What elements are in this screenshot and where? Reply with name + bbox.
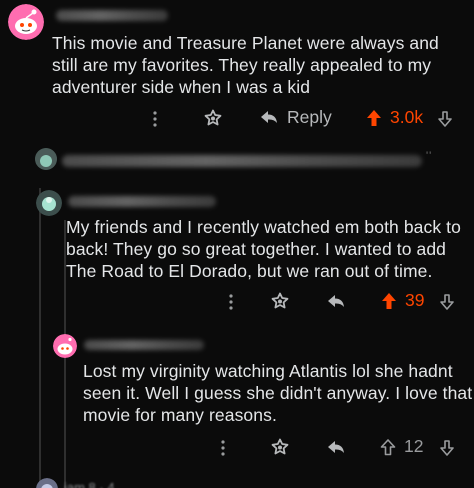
upvote-arrow-icon: [366, 109, 382, 127]
more-options-icon[interactable]: [218, 438, 228, 458]
vote-score: 3.0k: [390, 107, 424, 127]
snoo-avatar-icon[interactable]: [53, 334, 77, 358]
comment-body: This movie and Treasure Planet were alwa…: [52, 33, 439, 97]
award-icon[interactable]: [270, 292, 290, 312]
downvote-arrow-icon[interactable]: [438, 111, 452, 127]
vote-score: 39: [405, 290, 425, 310]
comment-actions: 12: [0, 433, 474, 463]
username-partial[interactable]: jam 8 · 4: [64, 480, 115, 488]
username-redacted[interactable]: [62, 155, 422, 167]
reply-label: Reply: [287, 107, 332, 127]
comment-actions: 39: [0, 287, 474, 317]
collapsed-marker: '': [426, 150, 433, 162]
downvote-arrow-icon[interactable]: [440, 294, 454, 310]
avatar[interactable]: [36, 190, 62, 216]
comment-body: My friends and I recently watched em bot…: [66, 217, 461, 281]
more-options-icon[interactable]: [226, 292, 236, 312]
comment-body: Lost my virginity watching Atlantis lol …: [83, 361, 473, 425]
upvote-arrow-icon: [380, 438, 396, 456]
downvote-arrow-icon[interactable]: [440, 440, 454, 456]
reply-arrow-icon: [259, 109, 279, 127]
snoo-avatar-icon[interactable]: [8, 4, 44, 40]
upvote-button[interactable]: 12: [380, 436, 423, 457]
avatar[interactable]: [35, 148, 57, 170]
reply-arrow-icon[interactable]: [326, 439, 346, 457]
username-redacted[interactable]: [84, 340, 204, 350]
comment-actions: Reply 3.0k: [0, 104, 474, 134]
upvote-arrow-icon: [381, 292, 397, 310]
more-options-icon[interactable]: [150, 109, 160, 129]
upvote-button[interactable]: 3.0k: [366, 107, 423, 128]
reply-arrow-icon[interactable]: [326, 293, 346, 311]
avatar[interactable]: [36, 478, 58, 488]
upvote-button[interactable]: 39: [381, 290, 424, 311]
award-icon[interactable]: [270, 438, 290, 458]
vote-score: 12: [404, 436, 424, 456]
username-redacted[interactable]: [68, 196, 216, 207]
reply-button[interactable]: Reply: [259, 107, 332, 128]
username-redacted[interactable]: [56, 10, 168, 21]
award-icon[interactable]: [203, 109, 223, 129]
